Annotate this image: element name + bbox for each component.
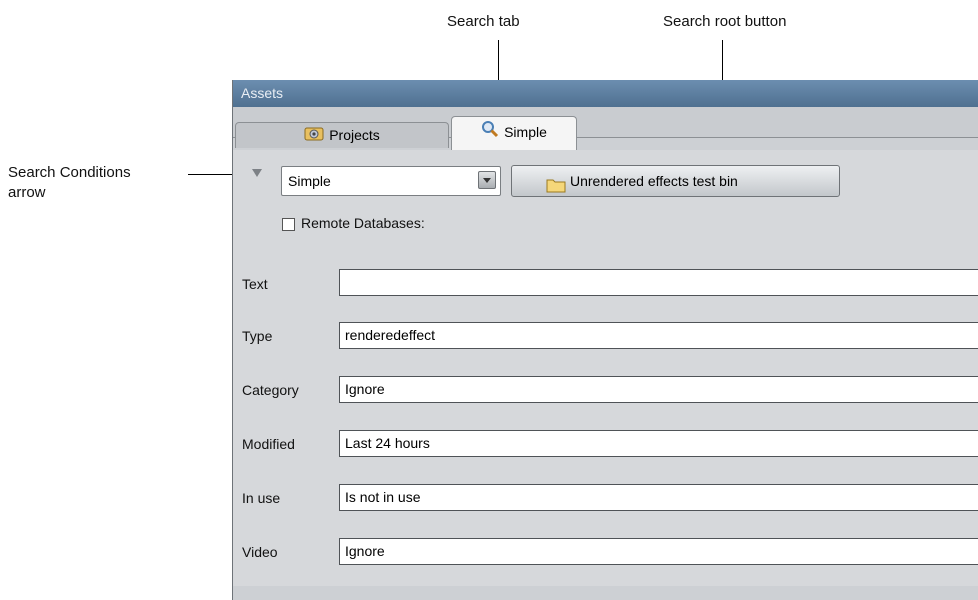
search-type-select[interactable]: Simple — [281, 166, 501, 196]
field-label-video: Video — [242, 544, 278, 560]
callout-search-conditions: Search Conditions — [8, 164, 131, 181]
tab-simple-label: Simple — [504, 124, 547, 140]
search-root-label: Unrendered effects test bin — [570, 173, 738, 189]
tab-simple[interactable]: Simple — [451, 116, 577, 150]
search-type-value: Simple — [288, 173, 331, 189]
text-field[interactable] — [339, 269, 978, 296]
field-label-category: Category — [242, 382, 299, 398]
video-field[interactable]: Ignore — [339, 538, 978, 565]
search-conditions-arrow[interactable] — [252, 169, 262, 177]
callout-search-conditions-line2: arrow — [8, 184, 46, 201]
callout-line-search-conditions — [188, 174, 232, 175]
field-label-in-use: In use — [242, 490, 281, 506]
folder-icon — [546, 173, 566, 203]
search-root-button[interactable]: Unrendered effects test bin — [511, 165, 840, 197]
field-label-type: Type — [242, 328, 273, 344]
field-label-text: Text — [242, 276, 268, 292]
field-label-modified: Modified — [242, 436, 295, 452]
tab-projects-label: Projects — [329, 127, 380, 143]
projects-icon — [304, 124, 324, 148]
tab-projects[interactable]: Projects — [235, 122, 449, 148]
window-title: Assets — [233, 80, 978, 107]
category-field[interactable]: Ignore — [339, 376, 978, 403]
callout-search-tab: Search tab — [447, 13, 520, 30]
remote-databases-checkbox[interactable] — [282, 218, 295, 231]
type-field[interactable]: renderedeffect — [339, 322, 978, 349]
search-icon — [481, 118, 499, 148]
in-use-field[interactable]: Is not in use — [339, 484, 978, 511]
chevron-down-icon[interactable] — [478, 171, 496, 189]
remote-databases-label: Remote Databases: — [301, 215, 425, 231]
callout-search-root-button: Search root button — [663, 13, 787, 30]
modified-field[interactable]: Last 24 hours — [339, 430, 978, 457]
